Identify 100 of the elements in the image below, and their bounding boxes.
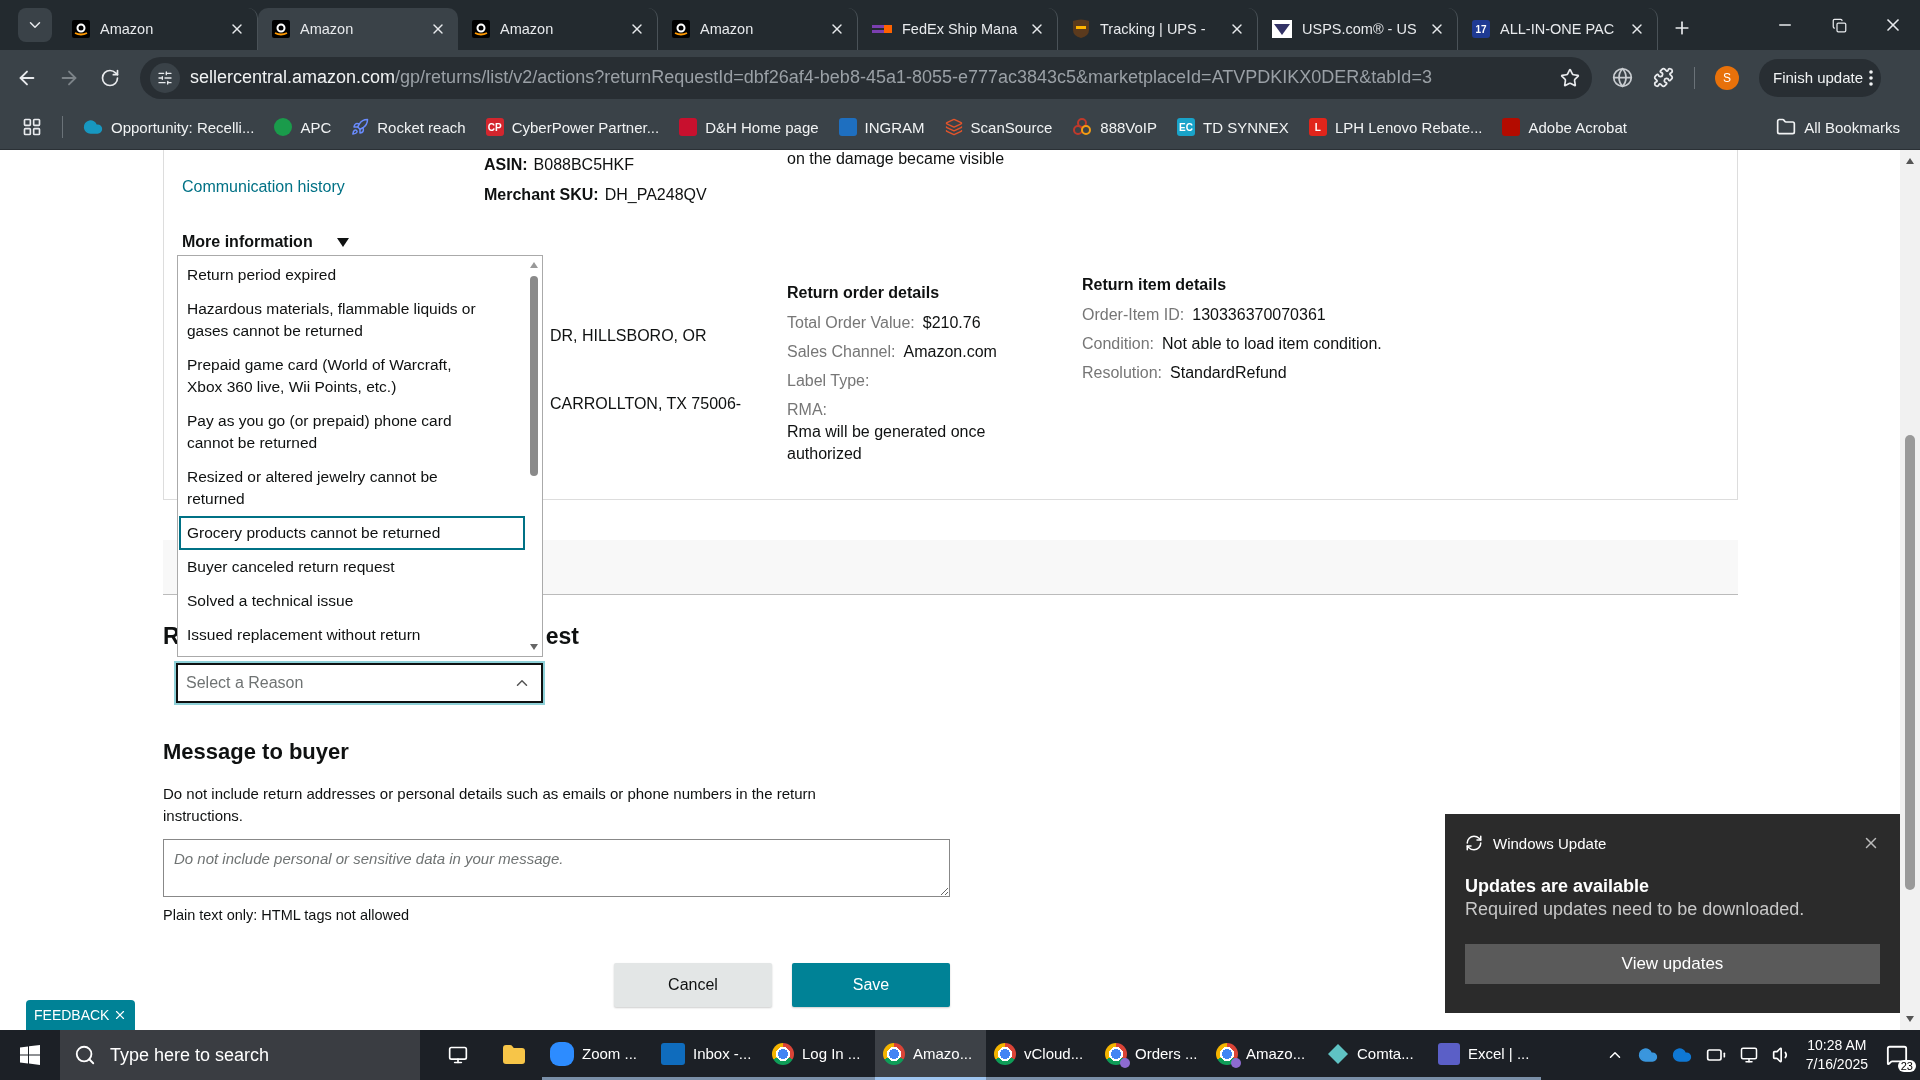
logo-icon: EC: [1177, 118, 1195, 136]
chrome-icon: [994, 1042, 1016, 1065]
feedback-tab[interactable]: FEEDBACK: [26, 1000, 136, 1030]
field-label: Condition:: [1082, 334, 1155, 354]
apps-grid-icon[interactable]: [22, 117, 42, 137]
bookmark-link[interactable]: APC: [274, 118, 332, 136]
bookmark-link[interactable]: L LPH Lenovo Rebate...: [1308, 118, 1483, 136]
taskbar-app[interactable]: Orders ...: [1097, 1030, 1208, 1080]
field-label: Total Order Value:: [787, 313, 915, 333]
field-label: Resolution:: [1082, 363, 1163, 383]
logo-icon: [838, 118, 857, 136]
logo-icon: [1502, 118, 1521, 136]
bookmark-link[interactable]: CP CyberPower Partner...: [485, 118, 660, 136]
logo-icon: 17: [1472, 20, 1490, 38]
field-label: RMA:: [787, 400, 828, 420]
bookmark-link[interactable]: Adobe Acrobat: [1502, 118, 1627, 136]
toast-message: Required updates need to be downloaded.: [1465, 899, 1806, 920]
field-value: StandardRefund: [1170, 363, 1287, 383]
message-field[interactable]: Do not include personal or sensitive data in your message.: [163, 839, 950, 897]
toast-title: Updates are available: [1465, 876, 1651, 897]
bookmark-link[interactable]: ScanSource: [944, 118, 1053, 136]
reason-option[interactable]: Pay as you go (or prepaid) phone card cannot be returned: [179, 404, 525, 460]
address-bar[interactable]: sellercentral.amazon.com/gp/returns/list/v2/actions?returnRequestId=dbf26af4-beb8-45a1-8055-e777ac3843c5&marketplaceId=ATVPDKIKX0DER&tabId=3: [140, 56, 1592, 99]
taskbar-app[interactable]: Zoom ...: [542, 1030, 653, 1080]
puzzle-icon[interactable]: [1653, 67, 1674, 88]
bookmark-link[interactable]: Rocket reach: [351, 118, 466, 136]
taskbar-app[interactable]: Inbox -...: [653, 1030, 764, 1080]
section-title: Return order details: [787, 284, 941, 302]
reason-option[interactable]: Return period expired: [179, 258, 525, 292]
tab-search-button[interactable]: [18, 8, 52, 42]
cloud-icon: [83, 117, 103, 137]
layers-icon: [944, 118, 963, 136]
cancel-button[interactable]: Cancel: [614, 963, 772, 1007]
diamond-icon: [1327, 1042, 1349, 1065]
reason-option[interactable]: Buyer canceled return request: [179, 550, 525, 584]
logo-icon: L: [1308, 118, 1327, 136]
taskbar-app[interactable]: Excel | ...: [1430, 1030, 1541, 1080]
field-label: Sales Channel:: [787, 342, 896, 362]
reason-option[interactable]: Grocery products cannot be returned: [179, 516, 525, 550]
field-value: Not able to load item condition.: [1162, 334, 1382, 354]
field-label: Order-Item ID:: [1082, 305, 1185, 325]
reason-option[interactable]: Solved a technical issue: [179, 584, 525, 618]
address-text: DR, HILLSBORO, OR: [549, 327, 708, 345]
note-text: on the damage became visible: [787, 150, 1006, 168]
search-icon: [74, 1044, 96, 1066]
clock-text[interactable]: 10:28 AM 7/16/2025: [1805, 1036, 1868, 1074]
note-text: Plain text only: HTML tags not allowed: [163, 907, 410, 923]
taskbar-search-field[interactable]: Type here to search: [60, 1030, 420, 1080]
kebab-icon: [1869, 69, 1874, 86]
bookmark-link[interactable]: EC TD SYNNEX: [1177, 118, 1289, 136]
caret-icon: [336, 237, 349, 247]
reason-option[interactable]: Resized or altered jewelry cannot be returned: [179, 460, 525, 516]
reason-option[interactable]: Hazardous materials, flammable liquids or gases cannot be returned: [179, 292, 525, 348]
bookmark-link[interactable]: D&H Home page: [679, 118, 819, 136]
cloud-icon[interactable]: [1637, 1045, 1658, 1065]
bookmark-link[interactable]: INGRAM: [838, 118, 925, 136]
field-label: Merchant SKU:: [484, 186, 599, 204]
finish-update-button[interactable]: Finish update: [1759, 58, 1882, 97]
globe-icon[interactable]: [1612, 67, 1633, 88]
star-icon[interactable]: [1560, 67, 1580, 88]
section-title: Return item details: [1082, 276, 1228, 294]
bookmark-link[interactable]: 888VoIP: [1072, 118, 1157, 136]
taskbar-app[interactable]: Amazo...: [875, 1030, 986, 1080]
field-label: Label Type:: [787, 371, 870, 391]
logo-icon: [679, 118, 698, 136]
chrome-icon: [883, 1042, 905, 1065]
bookmark-link[interactable]: Opportunity: Recelli...: [83, 117, 255, 137]
reason-option[interactable]: Issued replacement without return: [179, 618, 525, 652]
field-value: $210.76: [922, 313, 981, 333]
update-icon: [1465, 834, 1483, 852]
browser-tab[interactable]: Amazon: [258, 8, 458, 50]
toast-app-name: Windows Update: [1493, 834, 1608, 852]
save-button[interactable]: Save: [792, 963, 950, 1007]
more-information-toggle[interactable]: More information: [182, 233, 484, 251]
stripes-icon: [872, 23, 892, 35]
section-heading: Message to buyer: [163, 739, 350, 765]
field-value: Rma will be generated once authorized: [787, 422, 987, 464]
taskbar-app[interactable]: Amazo...: [1208, 1030, 1319, 1080]
field-value: Amazon.com: [903, 342, 997, 362]
cloud-icon[interactable]: [1671, 1045, 1692, 1065]
chrome-icon: [1216, 1042, 1238, 1065]
site-settings-icon[interactable]: [150, 62, 180, 93]
view-updates-button[interactable]: View updates: [1465, 944, 1880, 984]
chrome-icon: [772, 1042, 794, 1065]
section-heading: est: [545, 623, 579, 651]
reason-option[interactable]: Prepaid game card (World of Warcraft, Xbox 360 live, Wii Points, etc.): [179, 348, 525, 404]
all-bookmarks-link[interactable]: All Bookmarks: [1776, 117, 1900, 137]
field-value: 130336370070361: [1192, 305, 1326, 325]
field-value: DH_PA248QV: [604, 186, 707, 204]
hint-text: Do not include return addresses or personal details such as emails or phone numbers in the return instructions.: [163, 784, 817, 826]
taskbar-app[interactable]: Comta...: [1319, 1030, 1430, 1080]
reason-select[interactable]: Select a Reason: [176, 663, 543, 703]
communication-history-link[interactable]: Communication history: [182, 178, 484, 196]
rocket-icon: [351, 118, 370, 136]
folder-icon: [1776, 117, 1797, 137]
logo-icon: [274, 118, 293, 136]
address-text: CARROLLTON, TX 75006-: [549, 395, 743, 413]
reload-icon[interactable]: [100, 67, 120, 88]
chrome-icon: [1105, 1042, 1127, 1065]
taskbar-app[interactable]: vCloud...: [986, 1030, 1097, 1080]
